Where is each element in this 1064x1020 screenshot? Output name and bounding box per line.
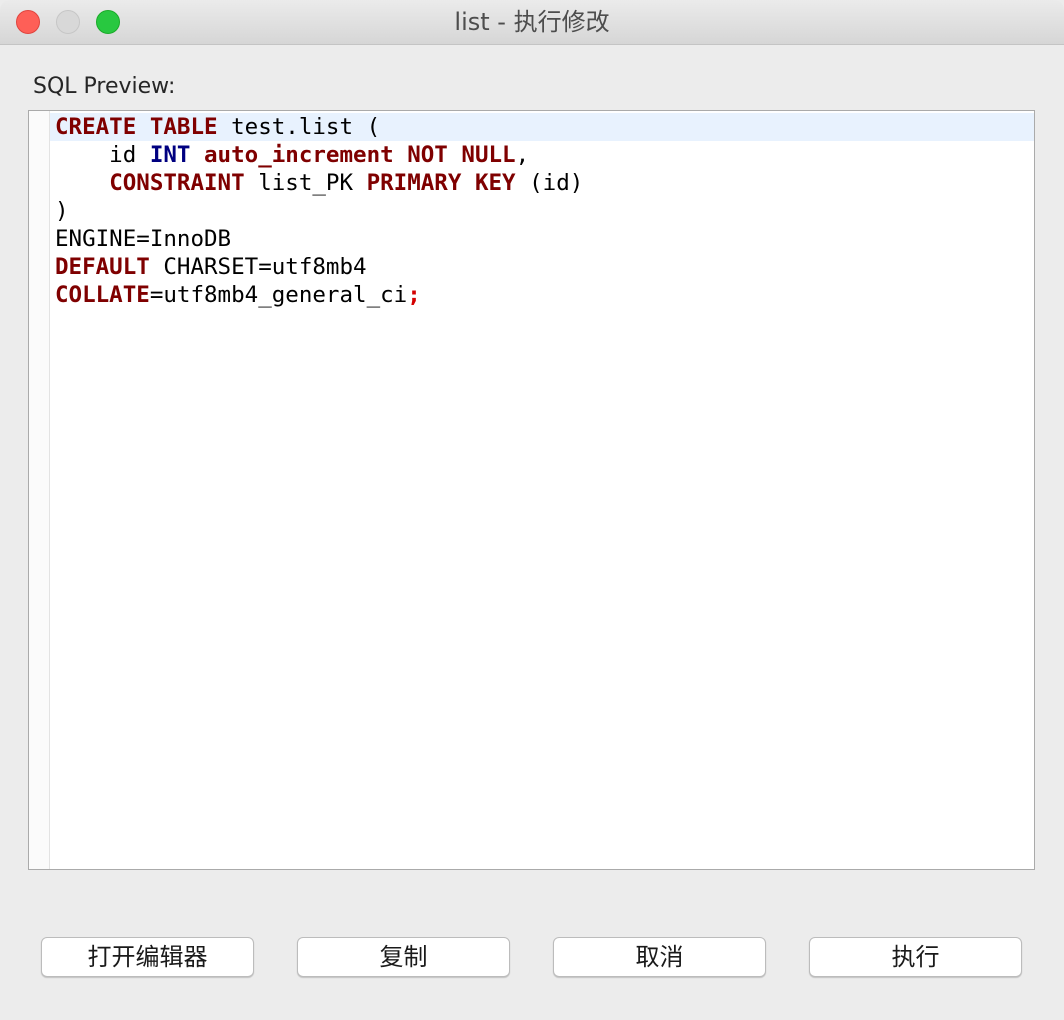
open-editor-button[interactable]: 打开编辑器 <box>41 937 254 977</box>
code-line: id INT auto_increment NOT NULL, <box>55 141 583 169</box>
sql-text: (id) <box>515 170 584 196</box>
sql-code: CREATE TABLE test.list ( id INT auto_inc… <box>55 113 583 309</box>
sql-keyword: KEY <box>474 170 516 196</box>
sql-keyword: PRIMARY <box>366 170 462 196</box>
execute-button[interactable]: 执行 <box>809 937 1022 977</box>
sql-preview-editor[interactable]: CREATE TABLE test.list ( id INT auto_inc… <box>28 110 1035 870</box>
sql-keyword: NULL <box>461 142 516 168</box>
sql-text: ) <box>55 198 69 224</box>
sql-keyword: NOT <box>407 142 448 168</box>
sql-text: test.list ( <box>217 114 381 140</box>
code-line: CONSTRAINT list_PK PRIMARY KEY (id) <box>55 169 583 197</box>
sql-keyword: auto_increment <box>204 142 394 168</box>
sql-keyword: TABLE <box>149 114 218 140</box>
sql-terminator: ; <box>407 282 421 308</box>
code-line: ENGINE=InnoDB <box>55 225 583 253</box>
window-title: list - 执行修改 <box>454 8 610 36</box>
sql-type: INT <box>149 142 191 168</box>
sql-keyword: DEFAULT <box>55 254 150 280</box>
title-bar: list - 执行修改 <box>0 0 1064 45</box>
sql-text: , <box>515 142 530 168</box>
sql-text: ENGINE=InnoDB <box>55 226 232 252</box>
sql-preview-label: SQL Preview: <box>33 74 176 99</box>
sql-text: id <box>55 142 150 168</box>
code-line: COLLATE=utf8mb4_general_ci; <box>55 281 583 309</box>
sql-keyword: CREATE <box>55 114 137 140</box>
code-line: ) <box>55 197 583 225</box>
sql-keyword: COLLATE <box>55 282 150 308</box>
cancel-button[interactable]: 取消 <box>553 937 766 977</box>
editor-gutter <box>29 111 50 869</box>
code-line: CREATE TABLE test.list ( <box>55 113 583 141</box>
code-line: DEFAULT CHARSET=utf8mb4 <box>55 253 583 281</box>
sql-text: list_PK <box>244 170 367 196</box>
dialog-window: list - 执行修改 SQL Preview: CREATE TABLE te… <box>0 0 1064 1020</box>
sql-keyword: CONSTRAINT <box>109 170 245 196</box>
sql-text: =utf8mb4_general_ci <box>149 282 408 308</box>
sql-text: CHARSET=utf8mb4 <box>149 254 367 280</box>
copy-button[interactable]: 复制 <box>297 937 510 977</box>
